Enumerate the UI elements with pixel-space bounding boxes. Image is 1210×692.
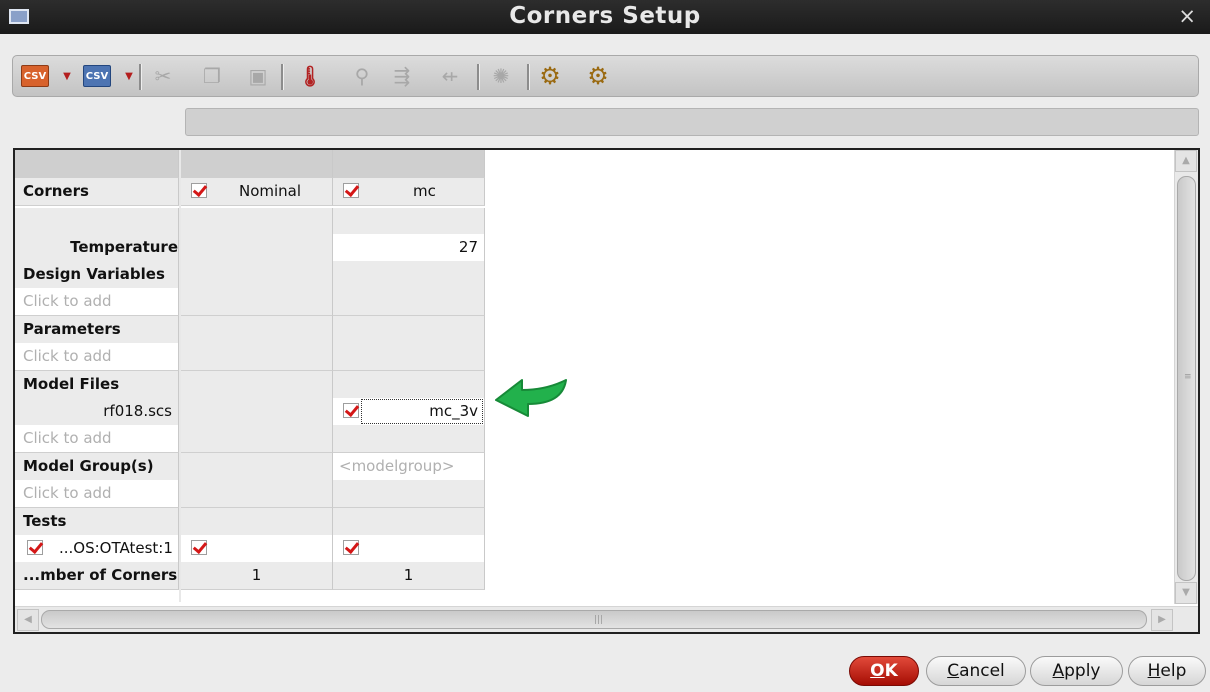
add-temperature-icon[interactable]: 🌡 [295, 61, 325, 91]
apply-button[interactable]: Apply [1030, 656, 1123, 686]
corner-mc-checkbox[interactable] [343, 183, 359, 198]
model-groups-label: Model Group(s) [15, 453, 179, 481]
temperature-nominal[interactable] [181, 234, 333, 262]
header-col-mc [333, 150, 485, 178]
num-corners-mc: 1 [333, 562, 485, 590]
model-files-label: Model Files [15, 371, 179, 399]
design-variables-add[interactable]: Click to add [15, 288, 179, 316]
vertical-scrollbar[interactable]: ▲ ≡ ▼ [1174, 150, 1198, 604]
copy-setup-icon[interactable]: ⚙ [583, 61, 613, 91]
open-dropdown-icon[interactable]: ▼ [61, 61, 73, 91]
ok-button[interactable]: OK [849, 656, 919, 686]
cancel-button[interactable]: Cancel [926, 656, 1026, 686]
corner-mc-name: mc [413, 182, 436, 200]
blank-row-label [15, 208, 179, 236]
setup-icon[interactable]: ⚙ [535, 61, 565, 91]
annotation-arrow-icon [495, 379, 567, 417]
help-button[interactable]: Help [1128, 656, 1206, 686]
temperature-label: Temperature [15, 234, 179, 262]
load-parameters-icon[interactable]: ⇶ [387, 61, 417, 91]
save-dropdown-icon[interactable]: ▼ [123, 61, 135, 91]
model-file-mc-checkbox[interactable] [343, 403, 359, 418]
num-corners-label: ...mber of Corners [15, 562, 179, 590]
corner-nominal-checkbox[interactable] [191, 183, 207, 198]
toolbar: CSV ▼ CSV ▼ ✂ ❐ ▣ 🌡 ⚲ ⇶ ⇷ ✺ ⚙ ⚙ [12, 55, 1199, 97]
window-title: Corners Setup [509, 3, 701, 29]
corner-nominal-name: Nominal [239, 182, 302, 200]
close-icon[interactable]: × [1178, 4, 1196, 28]
model-group-mc[interactable]: <modelgroup> [333, 453, 485, 481]
model-files-add[interactable]: Click to add [15, 425, 179, 453]
design-variables-label: Design Variables [15, 261, 179, 289]
test-nominal-checkbox[interactable] [191, 540, 207, 555]
parameters-add[interactable]: Click to add [15, 343, 179, 371]
model-file-rf018[interactable]: rf018.scs [15, 398, 179, 426]
open-csv-icon[interactable]: CSV [21, 65, 49, 87]
corner-nominal[interactable]: Nominal [181, 178, 333, 206]
save-csv-icon[interactable]: CSV [83, 65, 111, 87]
horizontal-scrollbar[interactable]: ◀ ||| ▶ [15, 606, 1198, 632]
status-strip [185, 108, 1199, 136]
test-name: ...OS:OTAtest:1 [59, 539, 173, 557]
copy-icon[interactable]: ❐ [197, 61, 227, 91]
test-row[interactable]: ...OS:OTAtest:1 [15, 535, 179, 563]
num-corners-nominal: 1 [181, 562, 333, 590]
test-checkbox[interactable] [27, 540, 43, 555]
corners-table: Corners Nominal mc Temperature 27 Design… [13, 148, 1200, 634]
paste-icon[interactable]: ▣ [243, 61, 273, 91]
header-corner [15, 150, 179, 178]
save-parameters-icon[interactable]: ⇷ [435, 61, 465, 91]
corners-label: Corners [15, 178, 179, 206]
model-groups-add[interactable]: Click to add [15, 480, 179, 508]
model-file-mc-section[interactable]: mc_3v [333, 398, 485, 426]
model-file-mc-value: mc_3v [429, 402, 478, 420]
test-mc-checkbox[interactable] [343, 540, 359, 555]
corner-mc[interactable]: mc [333, 178, 485, 206]
title-bar: Corners Setup × [0, 0, 1210, 34]
parameters-label: Parameters [15, 316, 179, 344]
tests-label: Tests [15, 508, 179, 536]
temperature-mc[interactable]: 27 [333, 234, 485, 262]
add-parameter-icon[interactable]: ⚲ [347, 61, 377, 91]
cut-icon[interactable]: ✂ [148, 61, 178, 91]
monte-carlo-icon[interactable]: ✺ [486, 61, 516, 91]
header-col-nominal [181, 150, 333, 178]
